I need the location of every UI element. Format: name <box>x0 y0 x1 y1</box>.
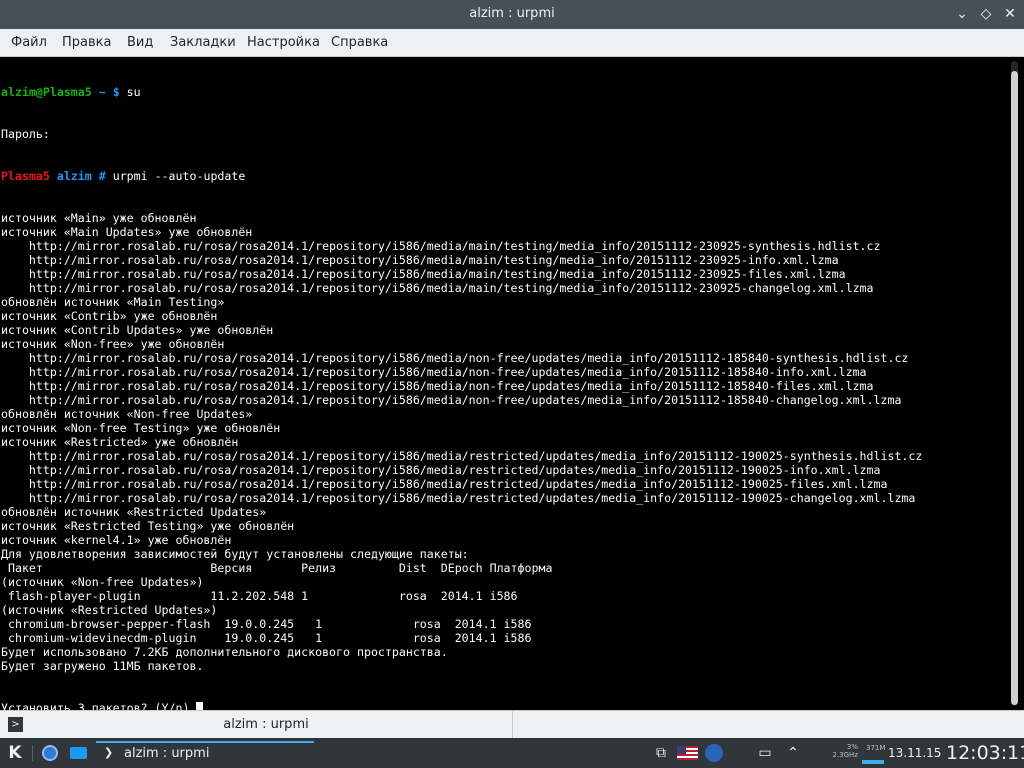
close-icon: ✕ <box>1004 6 1016 22</box>
scrollbar-handle[interactable] <box>1011 71 1018 705</box>
menu-file[interactable]: Файл <box>11 35 47 50</box>
terminal-line: Пакет Версия Релиз Dist DEpoch Платформа <box>1 561 553 575</box>
terminal-line: (источник «Non-free Updates») <box>1 575 204 589</box>
terminal-line: источник «Restricted» уже обновлён <box>1 435 239 449</box>
chevron-down-icon: ⌄ <box>956 6 968 22</box>
globe-icon[interactable] <box>705 744 723 762</box>
menu-bookmarks[interactable]: Закладки <box>170 35 236 50</box>
terminal-line: flash-player-plugin 11.2.202.548 1 rosa … <box>1 589 518 603</box>
terminal-line: Будет использовано 7.2КБ дополнительного… <box>1 645 448 659</box>
menu-edit[interactable]: Правка <box>62 35 111 50</box>
window-titlebar[interactable]: alzim : urpmi ⌄ ◇ ✕ <box>0 0 1024 29</box>
terminal-line: источник «Restricted Testing» уже обновл… <box>1 519 295 533</box>
terminal-icon: ❯ <box>104 746 114 759</box>
prompt-dir: ~ <box>98 85 106 99</box>
menu-view[interactable]: Вид <box>127 35 153 50</box>
terminal-line: Plasma5 alzim # urpmi --auto-update <box>1 169 1005 183</box>
menu-help[interactable]: Справка <box>331 35 388 50</box>
terminal-line: Для удовлетворения зависимостей будут ус… <box>1 547 469 561</box>
system-monitor[interactable]: 3% 2.3GHz <box>808 742 859 764</box>
keyboard-layout-flag-icon[interactable] <box>677 746 698 760</box>
chevron-up-icon[interactable]: ⌃ <box>784 745 802 761</box>
memory-bar <box>862 760 884 764</box>
terminal-line: http://mirror.rosalab.ru/rosa/rosa2014.1… <box>1 267 846 281</box>
diamond-icon: ◇ <box>980 6 992 22</box>
prompt-command: su <box>126 85 141 99</box>
task-item-terminal[interactable]: ❯ alzim : urpmi <box>96 738 314 768</box>
root-prompt-dir: alzim <box>56 169 92 183</box>
mail-icon[interactable] <box>70 747 87 759</box>
terminal-line: http://mirror.rosalab.ru/rosa/rosa2014.1… <box>1 379 874 393</box>
clock-label[interactable]: 12:03:11 <box>946 742 1024 764</box>
terminal-line: http://mirror.rosalab.ru/rosa/rosa2014.1… <box>1 449 923 463</box>
terminal-line: chromium-widevinecdm-plugin 19.0.0.245 1… <box>1 631 532 645</box>
task-active-indicator <box>96 741 314 743</box>
terminal-line: http://mirror.rosalab.ru/rosa/rosa2014.1… <box>1 463 881 477</box>
tab-terminal[interactable]: alzim : urpmi <box>20 711 513 739</box>
memory-usage-text: 371M <box>866 744 886 752</box>
date-label[interactable]: 13.11.15 <box>888 746 941 760</box>
terminal-line: источник «Main Updates» уже обновлён <box>1 225 253 239</box>
panel-separator <box>32 745 33 761</box>
minimize-button[interactable]: ⌄ <box>952 4 972 24</box>
terminal-line: http://mirror.rosalab.ru/rosa/rosa2014.1… <box>1 393 902 407</box>
tab-bar: > alzim : urpmi <box>0 710 1024 739</box>
terminal-line: обновлён источник «Main Testing» <box>1 295 225 309</box>
prompt-symbol: $ <box>112 85 120 99</box>
tab-label: alzim : urpmi <box>223 717 309 732</box>
cpu-freq-text: 2.3GHz <box>832 751 859 759</box>
terminal-line: http://mirror.rosalab.ru/rosa/rosa2014.1… <box>1 253 839 267</box>
kde-launcher-icon[interactable]: K <box>4 742 26 764</box>
cpu-load-text: 3% <box>846 743 858 751</box>
window-title: alzim : urpmi <box>469 6 555 21</box>
terminal-line: обновлён источник «Restricted Updates» <box>1 505 267 519</box>
device-notifier-icon[interactable]: ▭ <box>756 745 774 761</box>
text-cursor <box>196 702 204 710</box>
chromium-icon[interactable] <box>42 745 58 761</box>
terminal-line: источник «Non-free» уже обновлён <box>1 337 225 351</box>
terminal-line: http://mirror.rosalab.ru/rosa/rosa2014.1… <box>1 351 909 365</box>
root-prompt-command: urpmi --auto-update <box>112 169 246 183</box>
terminal-line: http://mirror.rosalab.ru/rosa/rosa2014.1… <box>1 281 874 295</box>
menu-settings[interactable]: Настройка <box>247 35 320 50</box>
terminal-line: источник «kernel4.1» уже обновлён <box>1 533 232 547</box>
terminal-lines: alzim@Plasma5 ~ $ su Пароль: Plasma5 alz… <box>0 57 1005 710</box>
clipboard-icon[interactable]: ⧉ <box>654 745 668 761</box>
keep-above-button[interactable]: ◇ <box>976 4 996 24</box>
terminal-line: Установить 3 пакетов? (Y/n) <box>1 701 1005 710</box>
terminal-line: источник «Main» уже обновлён <box>1 211 197 225</box>
memory-monitor[interactable]: 371M <box>862 742 886 764</box>
terminal-line: (источник «Restricted Updates») <box>1 603 218 617</box>
terminal-line: Пароль: <box>1 127 50 141</box>
terminal-output-lines: источник «Main» уже обновлён источник «Ma… <box>1 211 1005 673</box>
root-prompt-symbol: # <box>98 169 106 183</box>
close-button[interactable]: ✕ <box>1000 4 1020 24</box>
root-prompt-host: Plasma5 <box>1 169 50 183</box>
terminal-line: chromium-browser-pepper-flash 19.0.0.245… <box>1 617 532 631</box>
terminal-line: источник «Contrib» уже обновлён <box>1 309 218 323</box>
terminal-line: http://mirror.rosalab.ru/rosa/rosa2014.1… <box>1 365 867 379</box>
terminal-line: источник «Contrib Updates» уже обновлён <box>1 323 274 337</box>
task-label: alzim : urpmi <box>124 746 210 761</box>
terminal-line: http://mirror.rosalab.ru/rosa/rosa2014.1… <box>1 239 881 253</box>
terminal-scrollbar[interactable] <box>1005 57 1024 710</box>
prompt-user: alzim@Plasma5 <box>1 85 92 99</box>
terminal-icon: > <box>11 719 20 730</box>
terminal-line: Будет загружено 11МБ пакетов. <box>1 659 204 673</box>
terminal-line: обновлён источник «Non-free Updates» <box>1 407 253 421</box>
terminal-output[interactable]: alzim@Plasma5 ~ $ su Пароль: Plasma5 alz… <box>0 57 1005 710</box>
terminal-line: http://mirror.rosalab.ru/rosa/rosa2014.1… <box>1 491 916 505</box>
menubar: Файл Правка Вид Закладки Настройка Справ… <box>0 29 1024 57</box>
terminal-line: источник «Non-free Testing» уже обновлён <box>1 421 281 435</box>
terminal-line: alzim@Plasma5 ~ $ su <box>1 85 1005 99</box>
taskbar-panel: K ❯ alzim : urpmi ⧉ ▭ ⌃ 3% 2.3GHz 371M 1… <box>0 738 1024 768</box>
install-prompt: Установить 3 пакетов? (Y/n) <box>1 701 197 710</box>
terminal-line: http://mirror.rosalab.ru/rosa/rosa2014.1… <box>1 477 888 491</box>
